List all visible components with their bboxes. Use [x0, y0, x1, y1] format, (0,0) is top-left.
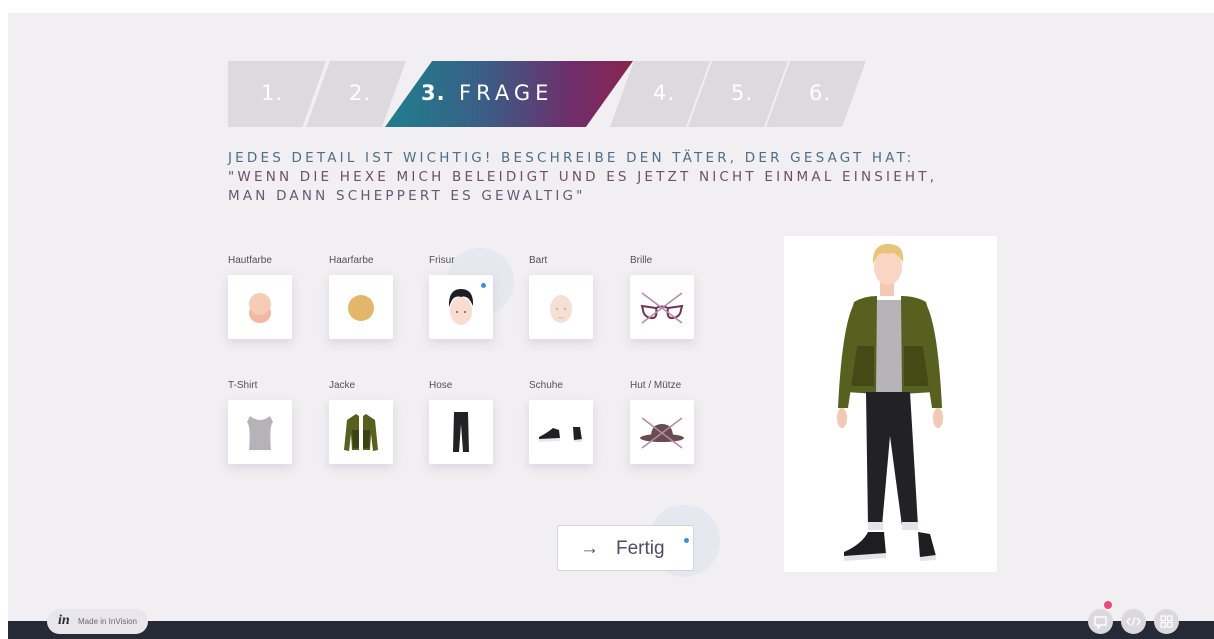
option-label: T-Shirt — [228, 380, 258, 391]
grid-icon — [1160, 615, 1173, 628]
comment-icon — [1094, 616, 1107, 630]
notification-badge — [1104, 601, 1112, 609]
option-label: Hautfarbe — [228, 255, 272, 266]
made-in-invision-label: Made in InVision — [78, 617, 137, 626]
option-label: Schuhe — [529, 380, 563, 391]
done-button[interactable]: → Fertig — [557, 525, 694, 571]
invision-logo-icon: in — [58, 613, 70, 628]
hat-crossed-icon — [640, 417, 684, 449]
tile-haarfarbe[interactable] — [329, 275, 393, 339]
step-2-label: 2. — [349, 81, 372, 105]
code-icon — [1126, 616, 1141, 627]
hotspot-dot — [481, 283, 486, 288]
tile-bart[interactable] — [529, 275, 593, 339]
glasses-crossed-icon — [640, 292, 684, 324]
tile-tshirt[interactable] — [228, 400, 292, 464]
screens-grid-button[interactable] — [1154, 609, 1179, 634]
question-line-2: "WENN DIE HEXE MICH BELEIDIGT UND ES JET… — [228, 169, 938, 185]
beard-icon — [550, 295, 572, 323]
option-label: Frisur — [429, 255, 455, 266]
step-3-title: FRAGE — [459, 81, 554, 105]
step-5-label: 5. — [731, 81, 754, 105]
tile-jacke[interactable] — [329, 400, 393, 464]
done-button-label: Fertig — [616, 538, 665, 559]
character-figure — [837, 244, 943, 561]
option-label: Brille — [630, 255, 653, 266]
step-3-label: 3. — [421, 81, 446, 105]
made-in-invision-badge[interactable]: in Made in InVision — [47, 609, 148, 634]
tile-hautfarbe[interactable] — [228, 275, 292, 339]
tile-hut[interactable] — [630, 400, 694, 464]
option-label: Hut / Mütze — [630, 380, 682, 391]
bottom-toolbar — [8, 621, 1214, 639]
option-label: Jacke — [329, 380, 356, 391]
skin-color-icon — [249, 293, 271, 323]
question-line-1: JEDES DETAIL IST WICHTIG! BESCHREIBE DEN… — [228, 150, 915, 166]
inspect-code-button[interactable] — [1121, 609, 1146, 634]
question-line-3: MAN DANN SCHEPPERT ES GEWALTIG" — [228, 188, 586, 204]
tile-brille[interactable] — [630, 275, 694, 339]
arrow-right-icon: → — [580, 538, 599, 559]
character-preview — [784, 236, 997, 572]
comment-button[interactable] — [1088, 609, 1113, 634]
tshirt-icon — [247, 416, 273, 450]
option-label: Hose — [429, 380, 453, 391]
tile-frisur[interactable] — [429, 275, 493, 339]
question-text: JEDES DETAIL IST WICHTIG! BESCHREIBE DEN… — [228, 149, 948, 206]
hotspot-dot — [684, 538, 689, 543]
option-label: Bart — [529, 255, 548, 266]
step-4-label: 4. — [653, 81, 676, 105]
tile-hose[interactable] — [429, 400, 493, 464]
step-6-label: 6. — [809, 81, 832, 105]
step-1-label: 1. — [261, 81, 284, 105]
trousers-icon — [453, 412, 469, 452]
tile-schuhe[interactable] — [529, 400, 593, 464]
jacket-icon — [344, 414, 378, 451]
option-label: Haarfarbe — [329, 255, 374, 266]
hair-color-icon — [348, 295, 374, 321]
shoes-icon — [539, 427, 582, 442]
